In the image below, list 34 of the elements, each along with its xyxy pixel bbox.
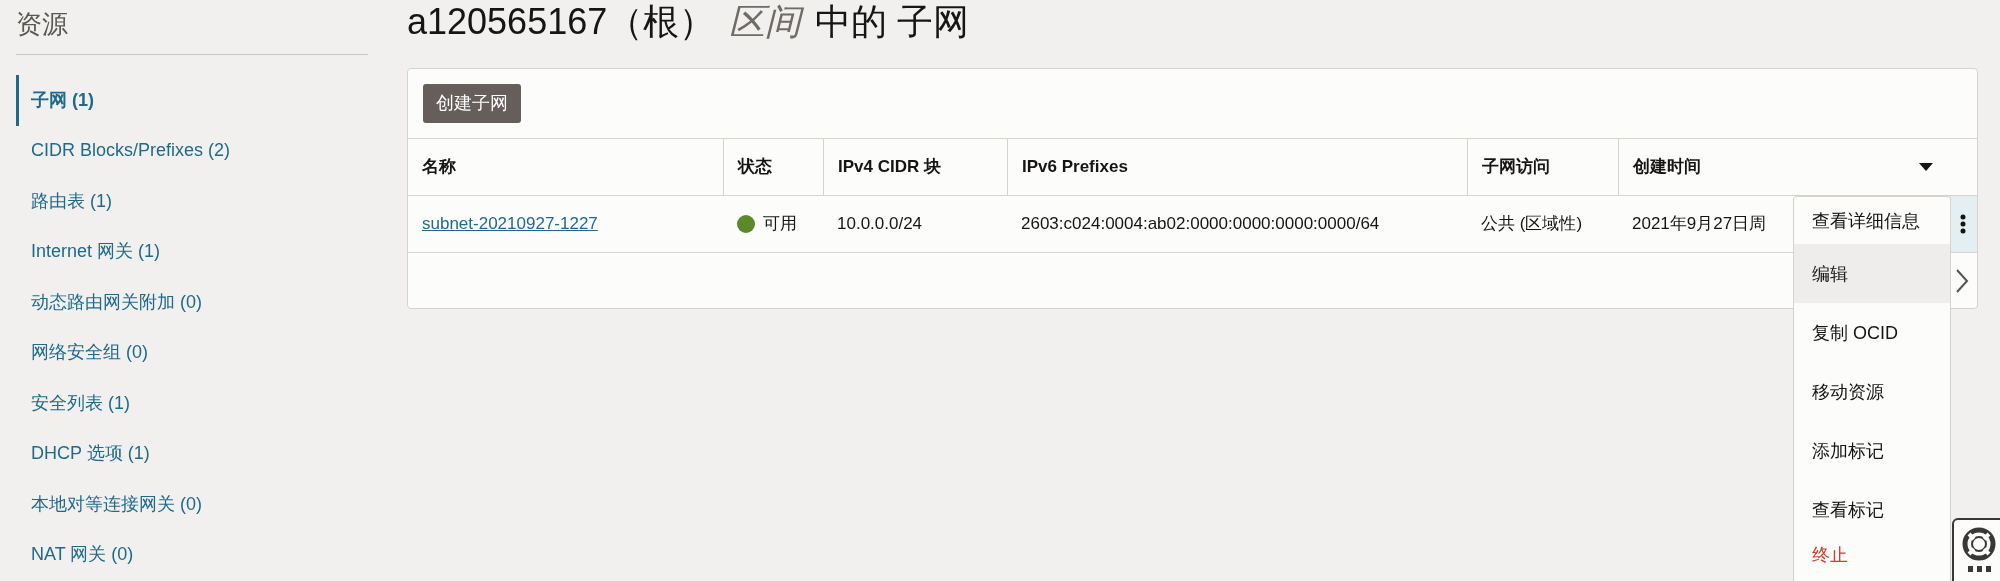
column-header[interactable]: 子网访问	[1482, 154, 1550, 180]
menu-item[interactable]: 移动资源	[1794, 362, 1950, 421]
sidebar-item[interactable]: 子网 (1)	[16, 75, 368, 126]
table-cell-text: 2021年9月27日周	[1632, 213, 1767, 236]
table-cell-text: 公共 (区域性)	[1481, 213, 1583, 236]
page-title-suffix: 中的 子网	[815, 2, 970, 42]
sidebar-item[interactable]: 本地对等连接网关 (0)	[16, 479, 368, 530]
sidebar-item[interactable]: Internet 网关 (1)	[16, 226, 368, 277]
column-header[interactable]: 名称	[422, 154, 456, 180]
column-header[interactable]: 状态	[738, 154, 772, 180]
menu-item[interactable]: 查看详细信息	[1794, 197, 1950, 244]
page-title: a120565167（根）	[407, 2, 716, 42]
page-title-compartment: 区间	[729, 2, 802, 42]
sidebar-item[interactable]: 路由表 (1)	[16, 176, 368, 227]
table-cell-text: 2603:c024:0004:ab02:0000:0000:0000:0000/64	[1021, 213, 1380, 236]
sidebar-item[interactable]: 安全列表 (1)	[16, 378, 368, 429]
sidebar-item[interactable]: NAT 网关 (0)	[16, 529, 368, 580]
status-text: 可用	[763, 213, 797, 236]
subnet-link[interactable]: subnet-20210927-1227	[422, 211, 598, 237]
menu-item[interactable]: 终止	[1794, 539, 1950, 581]
sidebar-item[interactable]: 动态路由网关附加 (0)	[16, 277, 368, 328]
column-header[interactable]: 创建时间	[1633, 154, 1701, 180]
column-header[interactable]: IPv4 CIDR 块	[838, 154, 941, 180]
sidebar-item[interactable]: DHCP 选项 (1)	[16, 428, 368, 479]
menu-item[interactable]: 查看标记	[1794, 480, 1950, 539]
column-header[interactable]: IPv6 Prefixes	[1022, 154, 1128, 180]
create-button[interactable]: 创建子网	[423, 84, 521, 123]
sidebar-item[interactable]: CIDR Blocks/Prefixes (2)	[16, 125, 368, 176]
sidebar-item[interactable]: 网络安全组 (0)	[16, 327, 368, 378]
menu-item[interactable]: 添加标记	[1794, 421, 1950, 480]
table-cell-text: 10.0.0.0/24	[837, 213, 923, 236]
sidebar-title: 资源	[16, 8, 69, 41]
menu-item[interactable]: 编辑	[1794, 244, 1950, 303]
menu-item[interactable]: 复制 OCID	[1794, 303, 1950, 362]
